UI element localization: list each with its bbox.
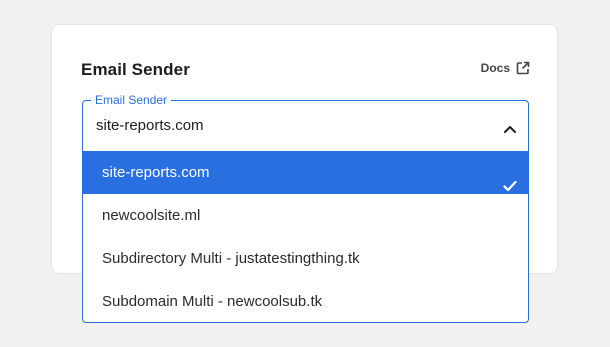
option-subdomain-multi[interactable]: Subdomain Multi - newcoolsub.tk: [83, 280, 528, 322]
option-site-reports[interactable]: site-reports.com: [83, 151, 528, 194]
email-sender-select[interactable]: Email Sender site-reports.com: [82, 93, 529, 152]
chevron-up-icon[interactable]: [504, 120, 516, 138]
docs-label: Docs: [480, 61, 510, 75]
external-link-icon: [516, 61, 530, 75]
option-label: site-reports.com: [102, 164, 210, 181]
docs-link[interactable]: Docs: [481, 61, 530, 75]
option-subdirectory-multi[interactable]: Subdirectory Multi - justatestingthing.t…: [83, 237, 528, 280]
email-sender-options: site-reports.com newcoolsite.ml Subdirec…: [82, 151, 529, 323]
option-label: Subdomain Multi - newcoolsub.tk: [102, 293, 323, 310]
option-label: newcoolsite.ml: [102, 207, 201, 224]
card-title: Email Sender: [81, 60, 190, 79]
select-value: site-reports.com: [96, 117, 204, 134]
option-label: Subdirectory Multi - justatestingthing.t…: [102, 250, 360, 267]
option-newcoolsite[interactable]: newcoolsite.ml: [83, 194, 528, 237]
select-label: Email Sender: [91, 93, 172, 107]
